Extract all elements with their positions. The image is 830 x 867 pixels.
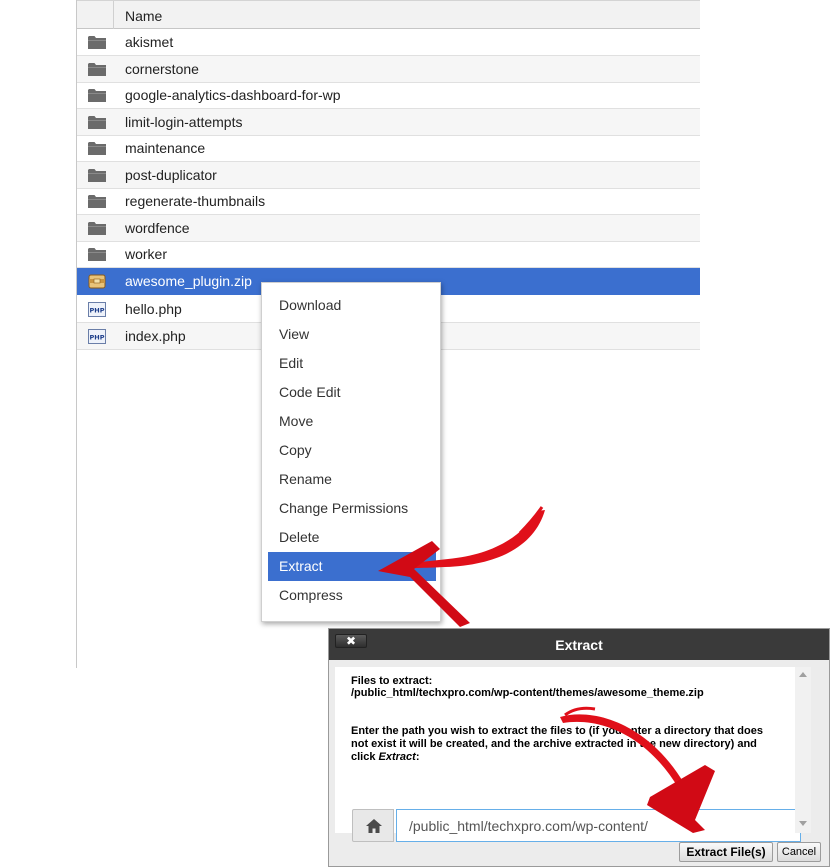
scroll-up-arrow-icon[interactable]: [799, 672, 807, 677]
table-row[interactable]: wordfence: [77, 215, 700, 242]
table-row[interactable]: post-duplicator: [77, 162, 700, 189]
context-menu-item-extract[interactable]: Extract: [268, 552, 436, 581]
instructions-line-1: Enter the path you wish to extract the f…: [351, 725, 763, 737]
home-directory-button[interactable]: [352, 809, 394, 842]
context-menu-item-rename[interactable]: Rename: [268, 465, 436, 494]
context-menu-item-edit[interactable]: Edit: [268, 349, 436, 378]
table-row[interactable]: google-analytics-dashboard-for-wp: [77, 82, 700, 109]
context-menu-item-view[interactable]: View: [268, 320, 436, 349]
context-menu-item-compress[interactable]: Compress: [268, 581, 436, 610]
home-icon: [366, 819, 382, 833]
cancel-button[interactable]: Cancel: [777, 842, 821, 862]
files-to-extract-path: /public_html/techxpro.com/wp-content/the…: [351, 687, 704, 699]
folder-icon: [88, 194, 106, 209]
file-name: post-duplicator: [125, 167, 217, 183]
php-file-icon: PHP: [88, 329, 106, 344]
header-separator: [113, 1, 114, 29]
file-name: cornerstone: [125, 61, 199, 77]
folder-icon: [88, 115, 106, 130]
instructions-extract-em: Extract: [378, 751, 416, 763]
folder-icon: [88, 168, 106, 183]
name-column-header[interactable]: Name: [125, 8, 162, 24]
extract-path-group: [352, 809, 801, 843]
files-to-extract-label: Files to extract:: [351, 675, 433, 687]
file-name: maintenance: [125, 140, 206, 156]
context-menu: Download View Edit Code Edit Move Copy Rename C…: [261, 282, 441, 622]
folder-icon: [88, 247, 106, 262]
file-name: awesome_plugin.zip: [125, 273, 252, 289]
dialog-title: Extract: [555, 637, 603, 653]
context-menu-item-move[interactable]: Move: [268, 407, 436, 436]
context-menu-item-change-permissions[interactable]: Change Permissions: [268, 494, 436, 523]
extract-files-button[interactable]: Extract File(s): [679, 842, 773, 862]
extract-dialog: ✖ Extract Files to extract: /public_html…: [328, 628, 830, 867]
dialog-body: Files to extract: /public_html/techxpro.…: [335, 667, 811, 842]
context-menu-item-delete[interactable]: Delete: [268, 523, 436, 552]
context-menu-item-download[interactable]: Download: [268, 291, 436, 320]
svg-text:PHP: PHP: [90, 334, 105, 342]
zip-archive-icon: [88, 274, 106, 289]
file-name: limit-login-attempts: [125, 114, 243, 130]
instructions-click: click: [351, 751, 379, 763]
folder-icon: [88, 221, 106, 236]
instructions-colon: :: [415, 751, 420, 763]
file-name: akismet: [125, 34, 174, 50]
dialog-scrollbar[interactable]: [795, 667, 811, 833]
folder-icon: [88, 88, 106, 103]
file-name: regenerate-thumbnails: [125, 193, 266, 209]
instructions-line-2: not exist it will be created, and the ar…: [351, 738, 757, 750]
file-name: google-analytics-dashboard-for-wp: [125, 87, 341, 103]
list-header: Name: [77, 0, 700, 29]
context-menu-item-copy[interactable]: Copy: [268, 436, 436, 465]
file-name: hello.php: [125, 301, 182, 317]
php-file-icon: PHP: [88, 302, 106, 317]
folder-icon: [88, 35, 106, 50]
svg-text:PHP: PHP: [90, 307, 105, 315]
table-row[interactable]: cornerstone: [77, 56, 700, 83]
file-name: index.php: [125, 328, 186, 344]
table-row[interactable]: worker: [77, 241, 700, 268]
scroll-down-arrow-icon[interactable]: [799, 821, 807, 826]
file-name: wordfence: [125, 220, 190, 236]
folder-icon: [88, 141, 106, 156]
context-menu-item-code-edit[interactable]: Code Edit: [268, 378, 436, 407]
table-row[interactable]: maintenance: [77, 135, 700, 162]
file-name: worker: [125, 246, 168, 262]
extract-path-input[interactable]: [396, 809, 801, 842]
dialog-titlebar: ✖ Extract: [329, 629, 829, 660]
table-row[interactable]: regenerate-thumbnails: [77, 188, 700, 215]
table-row[interactable]: limit-login-attempts: [77, 109, 700, 136]
table-row[interactable]: akismet: [77, 29, 700, 56]
instructions-line-3: click Extract:: [351, 751, 420, 763]
folder-icon: [88, 62, 106, 77]
